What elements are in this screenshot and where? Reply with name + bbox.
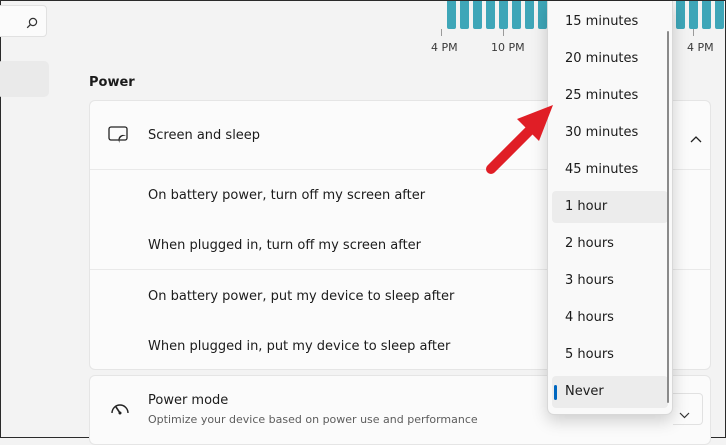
- dropdown-option[interactable]: 30 minutes: [552, 117, 668, 149]
- dropdown-option[interactable]: 5 hours: [552, 339, 668, 371]
- screen-sleep-icon: [108, 126, 130, 148]
- dropdown-option[interactable]: 20 minutes: [552, 43, 668, 75]
- screen-sleep-title: Screen and sleep: [148, 128, 261, 143]
- option-label: 4 hours: [565, 310, 614, 325]
- dropdown-option[interactable]: 4 hours: [552, 302, 668, 334]
- timeout-dropdown-list[interactable]: 15 minutes 20 minutes 25 minutes 30 minu…: [547, 1, 673, 415]
- chevron-up-icon[interactable]: [690, 129, 702, 148]
- dropdown-scrollbar[interactable]: [667, 31, 669, 403]
- option-label: 2 hours: [565, 236, 614, 251]
- setting-row-label: On battery power, turn off my screen aft…: [148, 188, 426, 203]
- section-title: Power: [89, 75, 135, 90]
- dropdown-option-selected[interactable]: Never: [552, 376, 668, 408]
- dropdown-option[interactable]: 2 hours: [552, 228, 668, 260]
- power-mode-description: Optimize your device based on power use …: [148, 413, 478, 426]
- sidebar-item-selected[interactable]: [0, 61, 49, 97]
- option-label: 20 minutes: [565, 51, 639, 66]
- setting-row-label: When plugged in, turn off my screen afte…: [148, 238, 422, 253]
- search-icon: [26, 14, 38, 33]
- dropdown-option[interactable]: 25 minutes: [552, 80, 668, 112]
- chart-tick-label: 4 PM: [687, 41, 714, 54]
- selection-indicator: [554, 385, 557, 400]
- option-label: 5 hours: [565, 347, 614, 362]
- chart-tick-label: 4 PM: [431, 41, 458, 54]
- dropdown-option-hovered[interactable]: 1 hour: [552, 191, 668, 223]
- dropdown-option[interactable]: 45 minutes: [552, 154, 668, 186]
- setting-row-label: When plugged in, put my device to sleep …: [148, 339, 451, 354]
- search-input[interactable]: [0, 5, 47, 37]
- option-label: 3 hours: [565, 273, 614, 288]
- option-label: 1 hour: [565, 199, 608, 214]
- power-mode-select[interactable]: [673, 393, 703, 425]
- option-label: 30 minutes: [565, 125, 639, 140]
- option-label: 45 minutes: [565, 162, 639, 177]
- dropdown-option[interactable]: 3 hours: [552, 265, 668, 297]
- option-label: 15 minutes: [565, 14, 639, 29]
- option-label: 25 minutes: [565, 88, 639, 103]
- annotation-arrow: [486, 105, 553, 174]
- power-mode-title: Power mode: [148, 393, 229, 408]
- speedometer-icon: [110, 400, 130, 420]
- setting-row-label: On battery power, put my device to sleep…: [148, 289, 455, 304]
- chart-tick-label: 10 PM: [491, 41, 525, 54]
- chevron-down-icon: [679, 404, 690, 423]
- option-label: Never: [565, 384, 604, 399]
- dropdown-option[interactable]: 15 minutes: [552, 6, 668, 38]
